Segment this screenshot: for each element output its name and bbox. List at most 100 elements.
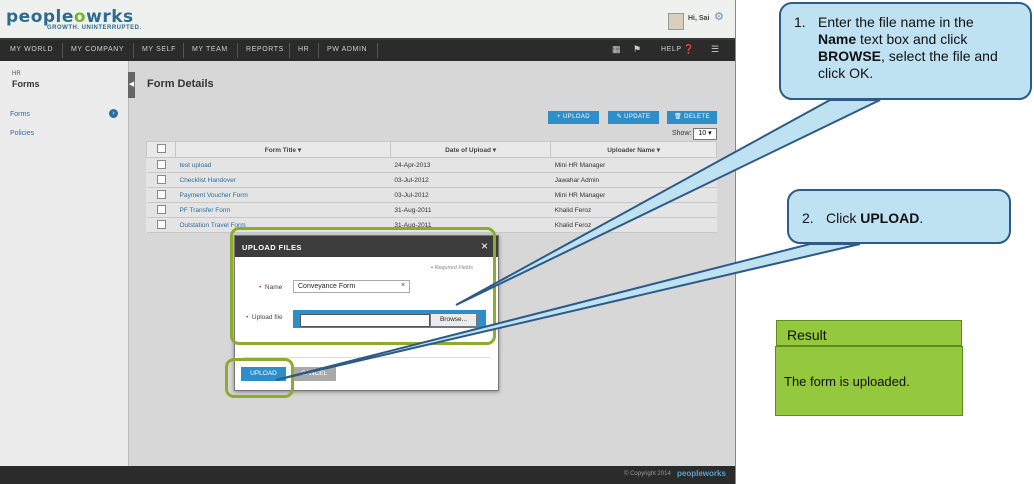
footer: © Copyright 2014 peopleworks xyxy=(0,466,735,484)
row-select-cell xyxy=(146,187,176,203)
step-2-text-a: Click xyxy=(826,210,861,226)
update-button[interactable]: ✎ UPDATE xyxy=(608,111,659,124)
top-nav: MY WORLD MY COMPANY MY SELF MY TEAM REPO… xyxy=(0,38,735,61)
form-title-cell[interactable]: test upload xyxy=(175,157,391,173)
form-title-cell[interactable]: PF Transfer Form xyxy=(175,202,391,218)
date-cell: 03-Jul-2012 xyxy=(390,187,551,203)
sidebar-title: Forms xyxy=(12,79,40,89)
page-size-select[interactable]: 10 ▾ xyxy=(693,128,717,140)
step-1-bold-browse: BROWSE xyxy=(818,48,881,64)
step-1-number: 1. xyxy=(794,14,806,30)
row-checkbox[interactable] xyxy=(156,159,166,169)
nav-hr[interactable]: HR xyxy=(298,46,309,53)
sidebar-item-forms[interactable]: Forms › xyxy=(0,106,124,122)
table-row[interactable]: Checklist Handover 03-Jul-2012 Jawahar Adm… xyxy=(146,172,717,188)
date-cell: 24-Apr-2013 xyxy=(390,157,551,173)
row-checkbox[interactable] xyxy=(156,204,166,214)
delete-button[interactable]: 🗑 DELETE xyxy=(667,111,717,124)
table-body: test upload 24-Apr-2013 Mini HR Manager Che… xyxy=(146,157,717,233)
flag-icon[interactable]: ⚑ xyxy=(633,44,641,55)
row-checkbox[interactable] xyxy=(156,219,166,229)
table-row[interactable]: Payment Voucher Form 03-Jul-2012 Mini HR M… xyxy=(146,187,717,203)
nav-help[interactable]: HELP xyxy=(661,46,682,53)
peopleworks-logo[interactable]: peopleowrks xyxy=(6,7,134,27)
sidebar-item-policies[interactable]: Policies xyxy=(10,130,34,137)
user-greeting[interactable]: Hi, Sai xyxy=(688,15,709,22)
row-select-cell xyxy=(146,202,176,218)
table-row[interactable]: test upload 24-Apr-2013 Mini HR Manager xyxy=(146,157,717,173)
sidebar-section: HR xyxy=(12,71,21,77)
row-select-cell xyxy=(146,157,176,173)
nav-my-company[interactable]: MY COMPANY xyxy=(71,46,124,53)
footer-logo: peopleworks xyxy=(677,469,726,478)
nav-divider xyxy=(237,43,238,58)
uploader-cell: Mini HR Manager xyxy=(550,187,717,203)
menu-icon[interactable]: ☰ xyxy=(711,44,719,55)
column-date-of-upload[interactable]: Date of Upload ▾ xyxy=(389,141,552,158)
collapse-sidebar-icon[interactable]: ◀ xyxy=(128,72,135,98)
app-window: peopleowrks GROWTH. UNINTERRUPTED. Hi, S… xyxy=(0,0,736,484)
result-body: The form is uploaded. xyxy=(775,346,963,416)
page-size-value: 10 xyxy=(698,130,707,137)
step-1-text: Enter the file name in the Name text box… xyxy=(818,14,1013,82)
nav-divider xyxy=(62,43,63,58)
nav-divider xyxy=(377,43,378,58)
nav-divider xyxy=(289,43,290,58)
upload-button[interactable]: + UPLOAD xyxy=(548,111,599,124)
row-checkbox[interactable] xyxy=(156,189,166,199)
nav-divider xyxy=(133,43,134,58)
nav-divider xyxy=(318,43,319,58)
step-2-bold-upload: UPLOAD xyxy=(860,210,920,226)
column-uploader-name[interactable]: Uploader Name ▾ xyxy=(550,141,717,158)
sidebar-item-label: Forms xyxy=(10,111,30,118)
row-select-cell xyxy=(146,172,176,188)
step-1-text-b: text box and click xyxy=(856,31,968,47)
select-all-checkbox[interactable] xyxy=(156,144,166,153)
step-1-text-a: Enter the file name in the xyxy=(818,14,974,30)
app-header: peopleowrks GROWTH. UNINTERRUPTED. Hi, S… xyxy=(0,0,735,38)
dialog-cancel-button[interactable]: CANCEL xyxy=(292,367,336,381)
page-title: Form Details xyxy=(147,78,214,90)
table-header: Form Title ▾ Date of Upload ▾ Uploader N… xyxy=(146,141,717,158)
uploader-cell: Jawahar Admin xyxy=(550,172,717,188)
uploader-cell: Mini HR Manager xyxy=(550,157,717,173)
nav-my-team[interactable]: MY TEAM xyxy=(192,46,228,53)
sidebar: HR Forms Forms › Policies xyxy=(0,61,129,466)
help-icon[interactable]: ❓ xyxy=(683,44,694,55)
grid-icon[interactable]: ▦ xyxy=(612,44,621,55)
result-header: Result xyxy=(776,320,962,346)
form-title-cell[interactable]: Payment Voucher Form xyxy=(175,187,391,203)
result-title: Result xyxy=(787,327,827,343)
avatar[interactable] xyxy=(668,13,684,30)
uploader-cell: Khalid Feroz xyxy=(550,217,717,233)
step-1-callout: 1. Enter the file name in the Name text … xyxy=(779,2,1032,100)
step-2-text: Click UPLOAD. xyxy=(826,210,923,226)
arrow-right-icon: › xyxy=(109,109,118,118)
column-form-title[interactable]: Form Title ▾ xyxy=(175,141,391,158)
result-text: The form is uploaded. xyxy=(784,374,910,389)
gear-icon[interactable]: ⚙ xyxy=(714,10,724,23)
nav-my-self[interactable]: MY SELF xyxy=(142,46,176,53)
date-cell: 31-Aug-2011 xyxy=(390,202,551,218)
highlight-upload-button xyxy=(225,358,294,398)
date-cell: 03-Jul-2012 xyxy=(390,172,551,188)
nav-reports[interactable]: REPORTS xyxy=(246,46,284,53)
row-select-cell xyxy=(146,217,176,233)
form-title-cell[interactable]: Checklist Handover xyxy=(175,172,391,188)
logo-text-1: pe xyxy=(6,7,31,27)
nav-pw-admin[interactable]: PW ADMIN xyxy=(327,46,367,53)
logo-text-2: ple xyxy=(42,7,74,27)
nav-my-world[interactable]: MY WORLD xyxy=(10,46,53,53)
step-2-text-b: . xyxy=(919,210,924,226)
row-checkbox[interactable] xyxy=(156,174,166,184)
step-2-number: 2. xyxy=(802,210,814,226)
nav-divider xyxy=(183,43,184,58)
logo-tagline: GROWTH. UNINTERRUPTED. xyxy=(47,25,142,31)
highlight-form-fields xyxy=(230,227,496,345)
copyright: © Copyright 2014 xyxy=(624,471,671,477)
table-row[interactable]: PF Transfer Form 31-Aug-2011 Khalid Feroz xyxy=(146,202,717,218)
step-2-callout: 2. Click UPLOAD. xyxy=(787,189,1011,244)
logo-text-3: wrks xyxy=(86,7,134,27)
select-all-cell xyxy=(146,141,176,158)
show-label: Show: xyxy=(672,130,692,137)
